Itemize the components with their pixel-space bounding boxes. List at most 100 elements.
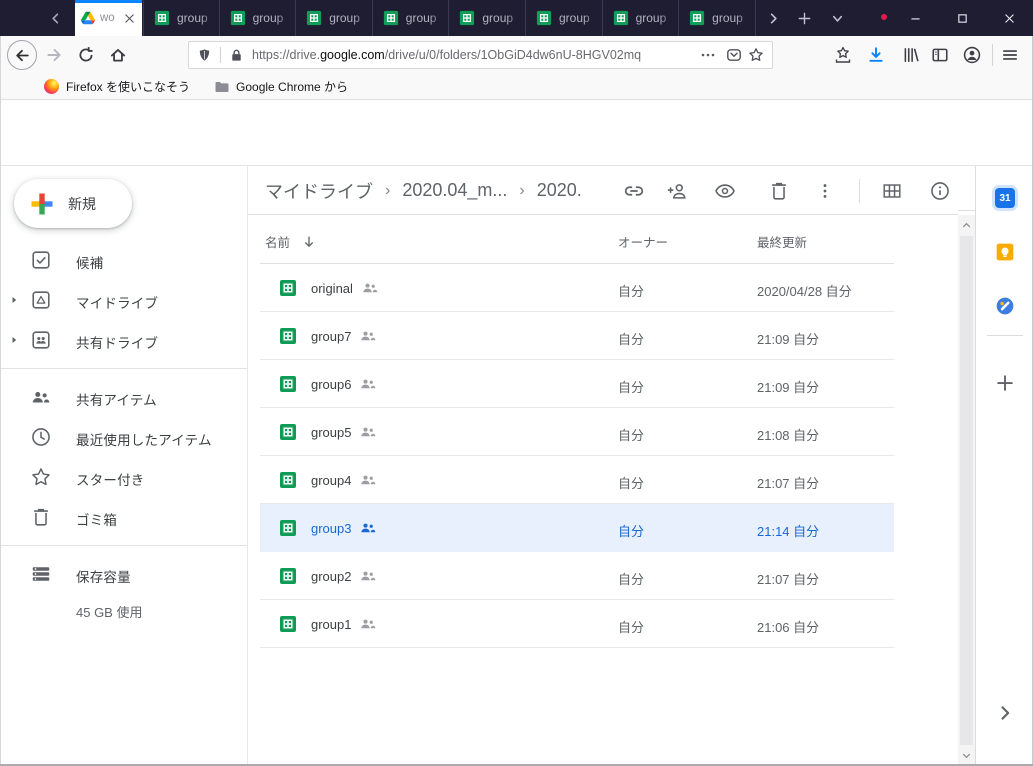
file-row-group2[interactable]: group2自分21:07 自分 [260,552,894,600]
lock-icon[interactable] [229,48,244,63]
sidebar-item[interactable]: 共有アイテム [0,377,247,417]
column-header-modified[interactable]: 最終更新 [757,232,807,251]
window-minimize-button[interactable] [893,0,937,36]
tab-list-dropdown-button[interactable] [824,0,850,36]
info-icon[interactable] [929,180,951,202]
file-name: group3 [311,521,351,536]
save-to-bookmarks-icon[interactable] [834,46,852,64]
sidebar-item[interactable]: 保存容量 [0,554,247,594]
tab-title: group [636,11,667,25]
browser-tab[interactable]: group [296,0,373,36]
file-name: group4 [311,473,351,488]
close-tab-icon[interactable] [123,12,136,25]
file-row-group3[interactable]: group3自分21:14 自分 [260,504,894,552]
menu-hamburger-icon[interactable] [1001,46,1019,64]
scroll-down-arrow-icon[interactable] [959,748,974,763]
vertical-scrollbar[interactable] [958,166,975,766]
new-tab-button[interactable] [790,0,818,36]
sidebar-item-label: 最近使用したアイテム [76,429,212,449]
new-button[interactable]: 新規 [14,179,132,228]
sort-descending-icon[interactable] [302,235,316,249]
breadcrumb-my-drive[interactable]: マイドライブ [265,178,373,204]
sheets-icon [383,10,399,26]
divider [992,44,993,66]
sheets-icon [279,471,297,489]
home-button[interactable] [109,46,127,64]
window-close-button[interactable] [987,0,1031,36]
scroll-up-arrow-icon[interactable] [959,218,974,233]
collapse-panel-chevron-icon[interactable] [995,703,1015,723]
file-name: group2 [311,569,351,584]
sidebar-item[interactable]: スター付き [0,457,247,497]
expand-caret-icon[interactable] [8,334,20,346]
library-icon[interactable] [902,46,920,64]
downloads-icon[interactable] [867,46,885,64]
sheets-icon [306,10,322,26]
share-person-add-icon[interactable] [666,180,688,202]
file-row-group4[interactable]: group4自分21:07 自分 [260,456,894,504]
page-actions-icon[interactable] [700,47,716,63]
breadcrumb-folder-2[interactable]: 2020. [537,180,582,201]
keep-icon[interactable] [995,242,1015,262]
grid-view-icon[interactable] [881,180,903,202]
chevron-down-icon [830,11,845,26]
file-row-original[interactable]: original自分2020/04/28 自分 [260,264,894,312]
file-owner: 自分 [618,473,644,492]
browser-tab[interactable]: group [679,0,756,36]
tasks-icon[interactable] [995,296,1015,316]
sidebar-item[interactable]: 候補 [0,240,247,280]
active-tab[interactable]: wo [75,0,142,36]
calendar-icon[interactable]: 31 [995,188,1015,208]
column-header-name[interactable]: 名前 [265,232,316,251]
forward-button[interactable] [45,46,63,64]
column-header-owner[interactable]: オーナー [618,232,668,251]
browser-tab[interactable]: group [449,0,526,36]
browser-tab[interactable]: group [373,0,450,36]
url-domain: google.com [320,48,385,62]
more-actions-icon[interactable] [815,180,835,202]
browser-tab[interactable]: group [143,0,220,36]
sidebar-toggle-icon[interactable] [931,46,949,64]
scrollbar-track[interactable] [958,215,975,766]
tab-scroll-right-button[interactable] [760,0,786,36]
tab-title: group [177,11,208,25]
tracking-shield-icon[interactable] [197,48,212,63]
chevron-right-icon [766,11,781,26]
sheets-icon [536,10,552,26]
delete-trash-icon[interactable] [768,180,790,202]
divider [987,335,1023,336]
browser-tab[interactable]: group [526,0,603,36]
add-addon-plus-icon[interactable] [995,373,1015,393]
tab-scroll-left-button[interactable] [42,0,68,36]
bookmark-item[interactable]: Firefox を使いこなそう [44,78,190,95]
sidebar-item[interactable]: マイドライブ [0,280,247,320]
file-row-group5[interactable]: group5自分21:08 自分 [260,408,894,456]
file-row-group6[interactable]: group6自分21:09 自分 [260,360,894,408]
minimize-icon [909,12,922,25]
preview-eye-icon[interactable] [714,180,736,202]
my-drive-icon [30,289,52,311]
sheets-icon [613,10,629,26]
sheets-icon [689,10,705,26]
file-modified: 21:08 自分 [757,425,819,444]
expand-caret-icon[interactable] [8,294,20,306]
account-icon[interactable] [963,46,981,64]
bookmark-item[interactable]: Google Chrome から [214,78,348,95]
url-bar[interactable]: https://drive.google.com/drive/u/0/folde… [188,41,773,69]
file-row-group7[interactable]: group7自分21:09 自分 [260,312,894,360]
pocket-icon[interactable] [726,47,742,63]
bookmark-star-icon[interactable] [748,47,764,63]
sidebar-item[interactable]: 最近使用したアイテム [0,417,247,457]
browser-tab[interactable]: group [220,0,297,36]
sidebar-item[interactable]: 共有ドライブ [0,320,247,360]
breadcrumb-folder-1[interactable]: 2020.04_m... [402,180,507,201]
window-maximize-button[interactable] [940,0,984,36]
browser-tab[interactable]: group [603,0,680,36]
reload-button[interactable] [77,46,95,64]
sidebar-item[interactable]: ゴミ箱 [0,497,247,537]
back-button[interactable] [7,40,37,70]
get-link-icon[interactable] [623,180,645,202]
scrollbar-thumb[interactable] [960,236,973,745]
file-row-group1[interactable]: group1自分21:06 自分 [260,600,894,648]
file-modified: 21:06 自分 [757,617,819,636]
